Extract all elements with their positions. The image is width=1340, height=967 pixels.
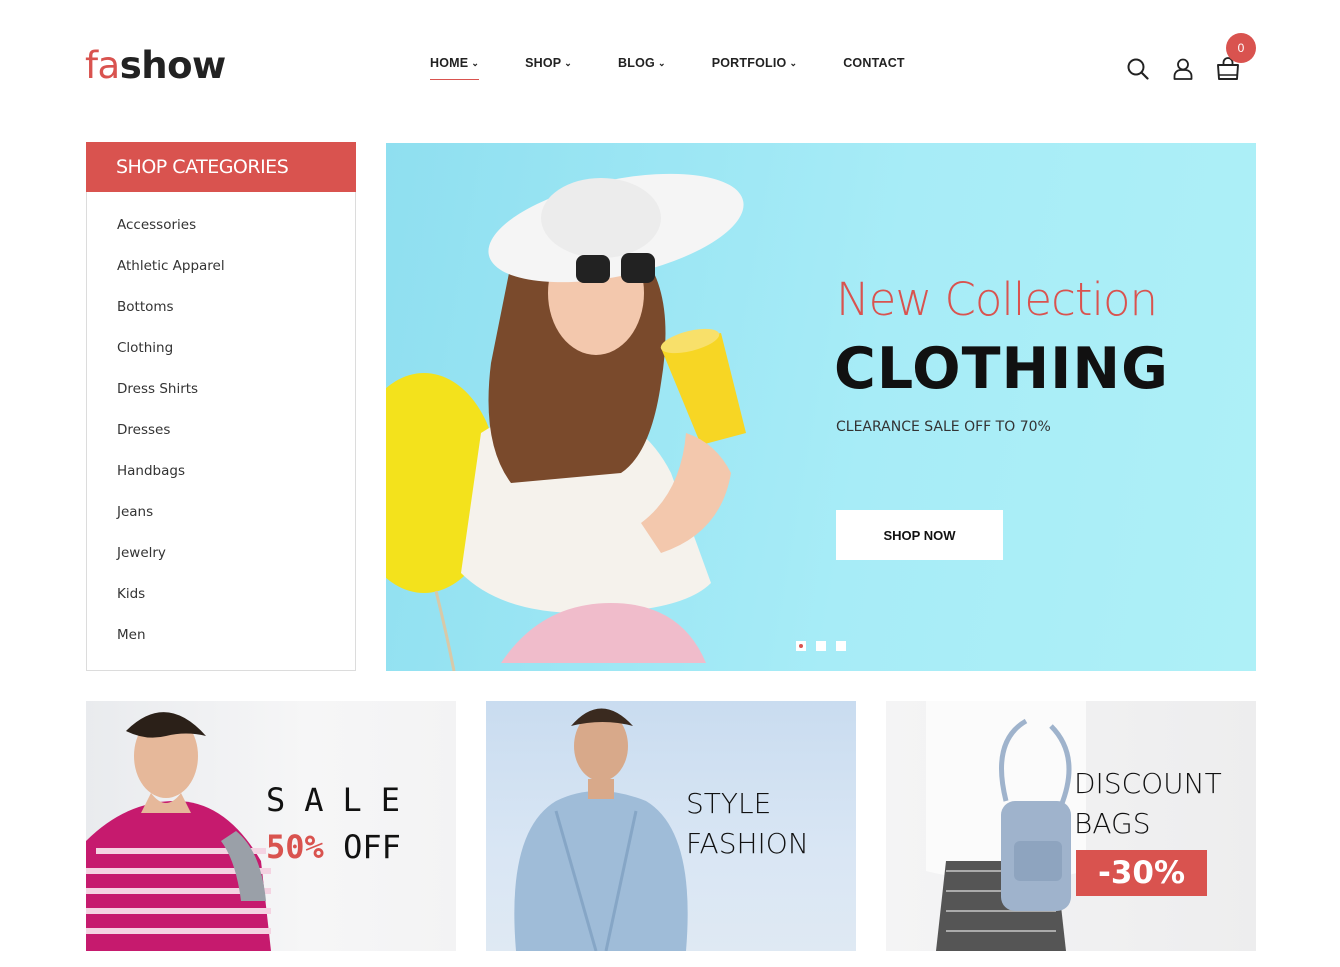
category-list: Accessories Athletic Apparel Bottoms Clo…: [87, 192, 355, 665]
nav-portfolio-label: PORTFOLIO: [711, 56, 787, 70]
category-item-jewelry[interactable]: Jewelry: [87, 542, 355, 583]
sale-banner-off: OFF: [343, 828, 401, 866]
discount-banner-line1: DISCOUNT: [1074, 767, 1222, 800]
discount-tag: -30%: [1076, 850, 1207, 896]
nav-shop-label: SHOP: [525, 56, 562, 70]
logo-show: show: [119, 44, 226, 87]
nav-home-label: HOME: [430, 56, 469, 70]
hero-subtitle: New Collection: [836, 273, 1158, 326]
category-item-athletic-apparel[interactable]: Athletic Apparel: [87, 255, 355, 296]
category-item-kids[interactable]: Kids: [87, 583, 355, 624]
chevron-down-icon: ⌄: [789, 58, 798, 68]
category-item-clothing[interactable]: Clothing: [87, 337, 355, 378]
sale-banner-title: SALE: [266, 781, 420, 819]
style-fashion-banner[interactable]: STYLE FASHION: [486, 701, 856, 951]
sale-banner[interactable]: SALE 50% OFF: [86, 701, 456, 951]
slider-dots: [796, 641, 856, 651]
discount-bags-banner[interactable]: DISCOUNT BAGS -30%: [886, 701, 1256, 951]
chevron-down-icon: ⌄: [471, 58, 480, 68]
slider-dot-2[interactable]: [816, 641, 826, 651]
hero-slider: New Collection CLOTHING CLEARANCE SALE O…: [386, 143, 1256, 671]
discount-banner-line2: BAGS: [1074, 807, 1151, 840]
sale-banner-subtitle: 50% OFF: [266, 828, 401, 866]
style-banner-line1: STYLE: [686, 787, 772, 820]
nav-contact-label: CONTACT: [843, 56, 905, 70]
category-item-men[interactable]: Men: [87, 624, 355, 665]
style-banner-model-image: [514, 708, 688, 951]
shop-categories-sidebar: SHOP CATEGORIES Accessories Athletic App…: [86, 142, 356, 671]
category-item-handbags[interactable]: Handbags: [87, 460, 355, 501]
sidebar-title: SHOP CATEGORIES: [86, 142, 356, 192]
chevron-down-icon: ⌄: [564, 58, 573, 68]
style-banner-line2: FASHION: [686, 827, 809, 860]
slider-dot-3[interactable]: [836, 641, 846, 651]
main-nav: HOME ⌄ SHOP ⌄ BLOG ⌄ PORTFOLIO ⌄ CONTACT: [430, 56, 951, 80]
category-item-dress-shirts[interactable]: Dress Shirts: [87, 378, 355, 419]
category-item-accessories[interactable]: Accessories: [87, 214, 355, 255]
category-item-jeans[interactable]: Jeans: [87, 501, 355, 542]
search-icon[interactable]: [1125, 56, 1151, 82]
nav-portfolio[interactable]: PORTFOLIO ⌄: [712, 56, 797, 80]
nav-blog[interactable]: BLOG ⌄: [618, 56, 666, 80]
slider-dot-1[interactable]: [796, 641, 806, 651]
nav-shop[interactable]: SHOP ⌄: [525, 56, 572, 80]
chevron-down-icon: ⌄: [657, 58, 666, 68]
category-item-dresses[interactable]: Dresses: [87, 419, 355, 460]
shop-now-button[interactable]: SHOP NOW: [836, 510, 1003, 560]
nav-blog-label: BLOG: [618, 56, 655, 70]
sale-banner-model-image: [86, 712, 271, 951]
sale-banner-percent: 50%: [266, 828, 324, 866]
logo-fa: fa: [85, 44, 120, 87]
site-logo[interactable]: fashow: [85, 44, 226, 88]
hero-description: CLEARANCE SALE OFF TO 70%: [836, 419, 1051, 435]
nav-contact[interactable]: CONTACT: [843, 56, 905, 80]
user-icon[interactable]: [1170, 56, 1196, 82]
category-item-bottoms[interactable]: Bottoms: [87, 296, 355, 337]
hero-model-image: [386, 173, 746, 671]
cart-count-badge: 0: [1226, 33, 1256, 63]
hero-title: CLOTHING: [834, 336, 1169, 402]
nav-home[interactable]: HOME ⌄: [430, 56, 480, 80]
